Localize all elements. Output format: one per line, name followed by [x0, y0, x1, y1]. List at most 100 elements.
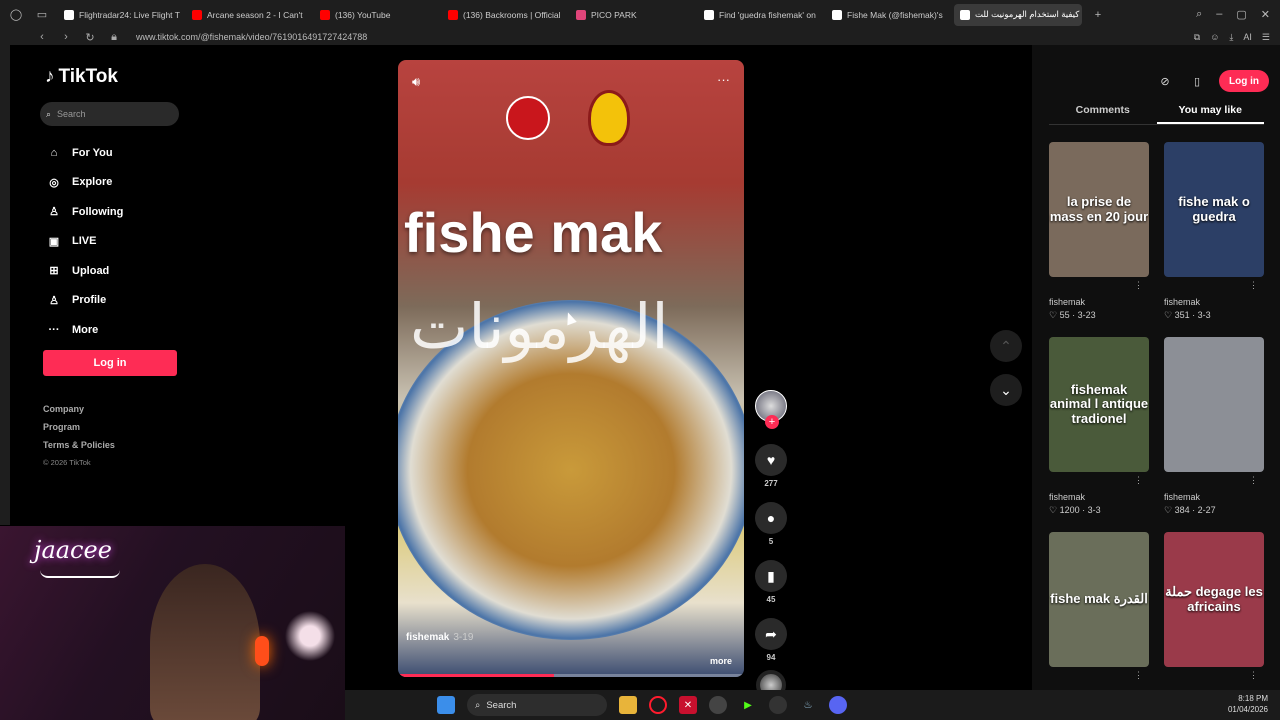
share-button[interactable]: ➦ — [755, 618, 787, 650]
video-card[interactable]: fishe mak o guedra ⋮ fishemak ♡ 351 · 3-3 — [1164, 142, 1264, 337]
video-card[interactable]: la prise de mass en 20 jour ⋮ fishemak ♡ 55… — [1049, 142, 1149, 337]
app-icon[interactable]: ✕ — [679, 696, 697, 714]
card-more-icon[interactable]: ⋮ — [1134, 280, 1143, 291]
search-tabs-icon[interactable]: ⌕ — [1196, 8, 1202, 21]
device-icon[interactable]: ▯ — [1187, 71, 1207, 91]
video-thumbnail[interactable]: fishe mak o guedra — [1164, 142, 1264, 277]
video-card[interactable]: ⋮ fishemak ♡ 384 · 2-27 — [1164, 337, 1264, 532]
volume-icon[interactable]: 🔊︎ — [412, 74, 420, 90]
video-more-icon[interactable]: ··· — [717, 72, 730, 87]
sidebar-item-upload[interactable]: ⊞ Upload — [45, 256, 123, 286]
obs-icon[interactable] — [769, 696, 787, 714]
sidebar-item-profile[interactable]: ♙ Profile — [45, 286, 123, 316]
card-more-icon[interactable]: ⋮ — [1249, 475, 1258, 486]
search-input[interactable]: ⌕ Search — [40, 102, 179, 126]
maximize-icon[interactable]: ▢ — [1236, 8, 1246, 21]
sidebar-item-more[interactable]: ··· More — [45, 315, 123, 345]
new-tab-icon[interactable]: + — [1088, 5, 1108, 25]
video-thumbnail[interactable] — [1164, 337, 1264, 472]
video-author[interactable]: fishemak 3-19 — [406, 632, 473, 643]
browser-tab[interactable]: Find 'guedra fishemak' on — [698, 4, 826, 26]
card-author[interactable]: fishemak — [1049, 297, 1149, 307]
video-player[interactable]: fishe mak الهرمونات 🔊︎ ··· fishemak 3-19 … — [398, 60, 744, 677]
download-icon[interactable]: ⤓ — [1229, 32, 1233, 43]
card-more-icon[interactable]: ⋮ — [1249, 670, 1258, 681]
browser-tab[interactable]: PICO PARK — [570, 4, 698, 26]
card-more-icon[interactable]: ⋮ — [1134, 475, 1143, 486]
footer-program[interactable]: Program — [43, 422, 115, 440]
file-explorer-icon[interactable] — [619, 696, 637, 714]
card-author[interactable]: fishemak — [1164, 492, 1264, 502]
video-thumbnail[interactable]: fishemak animal l antique tradionel — [1049, 337, 1149, 472]
previous-video-button[interactable]: ⌃ — [990, 330, 1022, 362]
extensions-icon[interactable]: ⧉ — [1194, 32, 1200, 43]
comment-button[interactable]: ● — [755, 502, 787, 534]
following-icon: ♙ — [49, 206, 59, 219]
steam-icon[interactable]: ♨ — [799, 696, 817, 714]
sidebar-login-button[interactable]: Log in — [43, 350, 177, 376]
video-date: 3-19 — [453, 632, 474, 643]
card-likes: 384 — [1174, 505, 1190, 515]
footer-terms[interactable]: Terms & Policies — [43, 440, 115, 458]
ai-button[interactable]: AI — [1243, 32, 1252, 42]
browser-tab[interactable]: Fishe Mak (@fishemak)'s — [826, 4, 954, 26]
chrome-icon[interactable] — [709, 696, 727, 714]
browser-tab[interactable]: Arcane season 2 - I Can't — [186, 4, 314, 26]
back-icon[interactable]: ‹ — [34, 31, 50, 43]
video-more-link[interactable]: more — [710, 656, 732, 666]
like-button[interactable]: ♥ — [755, 444, 787, 476]
follow-plus-icon[interactable]: + — [765, 415, 779, 429]
compass-icon[interactable]: ⊘ — [1155, 71, 1175, 91]
sidebar-item-live[interactable]: ▣ LIVE — [45, 227, 123, 257]
video-progress[interactable] — [398, 674, 744, 677]
browser-tab[interactable]: (136) Backrooms | Official — [442, 4, 570, 26]
menu-icon[interactable]: ☰ — [1262, 32, 1270, 43]
header-login-button[interactable]: Log in — [1219, 70, 1269, 92]
windows-start-icon[interactable] — [437, 696, 455, 714]
video-thumbnail[interactable]: la prise de mass en 20 jour — [1049, 142, 1149, 277]
sidebar-item-for-you[interactable]: ⌂ For You — [45, 138, 123, 168]
video-card[interactable]: fishemak animal l antique tradionel ⋮ fish… — [1049, 337, 1149, 532]
browser-tab[interactable]: Flightradar24: Live Flight T — [58, 4, 186, 26]
chevron-up-icon: ⌃ — [1000, 337, 1012, 354]
tab-comments[interactable]: Comments — [1049, 104, 1157, 124]
home-icon: ⌂ — [50, 146, 58, 159]
tab-you-may-like[interactable]: You may like — [1156, 104, 1264, 124]
taskbar-search[interactable]: ⌕ Search — [467, 694, 607, 716]
card-author[interactable]: fishemak — [1164, 297, 1264, 307]
workspaces-icon[interactable]: ▭ — [32, 5, 52, 25]
streamer-name: jaacee — [34, 536, 112, 564]
tiktok-logo[interactable]: ♪ TikTok — [45, 66, 118, 88]
thumbnail-caption: fishemak animal l antique tradionel — [1049, 382, 1149, 426]
sidebar-footer: Company Program Terms & Policies © 2026 … — [43, 404, 115, 476]
close-window-icon[interactable]: ✕ — [1261, 8, 1270, 21]
reload-icon[interactable]: ↻ — [82, 31, 98, 44]
profile-avatar[interactable]: ☺ — [1210, 32, 1219, 42]
profile-icon: ♙ — [49, 294, 59, 307]
comment-icon: ● — [766, 510, 776, 526]
author-avatar[interactable]: + — [755, 390, 787, 429]
save-button[interactable]: ▮ — [755, 560, 787, 592]
sidebar-item-following[interactable]: ♙ Following — [45, 197, 123, 227]
browser-menu-icon[interactable]: ◯ — [6, 5, 26, 25]
discord-icon[interactable] — [829, 696, 847, 714]
card-author[interactable]: fishemak — [1049, 492, 1149, 502]
card-more-icon[interactable]: ⋮ — [1134, 670, 1143, 681]
search-icon: ⌕ — [46, 108, 52, 119]
sidebar-item-explore[interactable]: ◎ Explore — [45, 168, 123, 198]
minimize-icon[interactable]: – — [1216, 8, 1222, 21]
media-icon[interactable]: ▶ — [739, 696, 757, 714]
url-field[interactable]: www.tiktok.com/@fishemak/video/761901649… — [136, 32, 367, 42]
thumbnail-caption: حملة degage les africains — [1165, 584, 1263, 614]
card-more-icon[interactable]: ⋮ — [1249, 280, 1258, 291]
video-thumbnail[interactable]: fishe mak القدرة — [1049, 532, 1149, 667]
opera-icon[interactable] — [649, 696, 667, 714]
footer-company[interactable]: Company — [43, 404, 115, 422]
browser-tab[interactable]: (136) YouTube — [314, 4, 442, 26]
next-video-button[interactable]: ⌄ — [990, 374, 1022, 406]
browser-tab[interactable]: كيفية استخدام الهرمونيت للت — [954, 3, 1082, 26]
tab-favicon — [448, 9, 458, 20]
video-thumbnail[interactable]: حملة degage les africains — [1164, 532, 1264, 667]
forward-icon[interactable]: › — [58, 31, 74, 43]
clock[interactable]: 8:18 PM 01/04/2026 — [1228, 694, 1280, 716]
